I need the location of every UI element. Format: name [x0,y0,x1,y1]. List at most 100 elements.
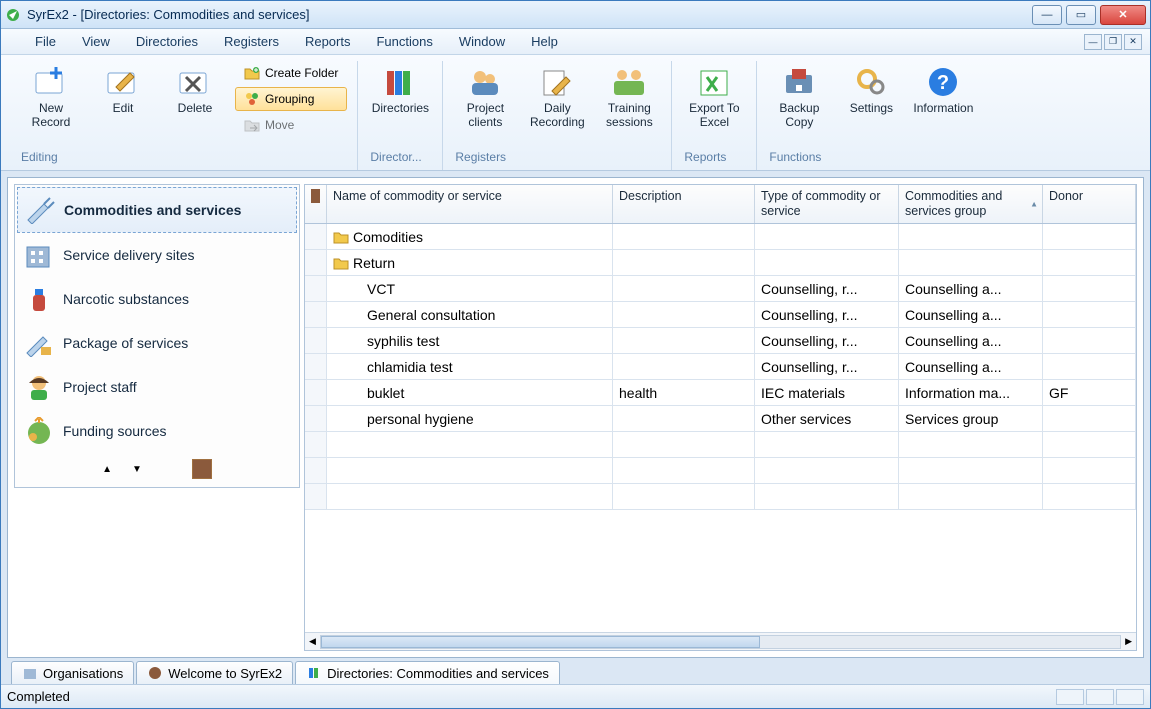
tab-organisations[interactable]: Organisations [11,661,134,684]
menu-reports[interactable]: Reports [301,32,355,51]
nav-commodities-services[interactable]: Commodities and services [17,187,297,233]
move-button[interactable]: Move [235,113,347,137]
folder-icon [333,256,349,270]
group-label-directories: Director... [368,147,432,166]
nav-staff[interactable]: Project staff [17,365,297,409]
package-icon [23,329,55,357]
cell-group: Information ma... [899,380,1043,405]
settings-button[interactable]: Settings [839,61,903,119]
workspace: Commodities and services Service deliver… [7,177,1144,658]
table-row[interactable]: chlamidia testCounselling, r...Counselli… [305,354,1136,380]
cell-group [899,484,1043,509]
cell-desc [613,276,755,301]
staff-icon [23,373,55,401]
menu-functions[interactable]: Functions [372,32,436,51]
cell-desc [613,224,755,249]
scroll-left-button[interactable]: ◀ [309,636,316,647]
row-indicator [305,484,327,509]
table-row[interactable]: Comodities [305,224,1136,250]
mdi-minimize[interactable]: — [1084,34,1102,50]
table-row[interactable] [305,484,1136,510]
menu-help[interactable]: Help [527,32,562,51]
grouping-button[interactable]: Grouping [235,87,347,111]
scroll-right-button[interactable]: ▶ [1125,636,1132,647]
table-row[interactable] [305,432,1136,458]
new-record-button[interactable]: New Record [19,61,83,133]
nav-service-sites[interactable]: Service delivery sites [17,233,297,277]
window-controls: — ▭ ✕ [1032,5,1146,25]
excel-icon [695,65,733,99]
cell-group [899,458,1043,483]
tab-directories[interactable]: Directories: Commodities and services [295,661,560,684]
close-button[interactable]: ✕ [1100,5,1146,25]
app-window: SyrEx2 - [Directories: Commodities and s… [0,0,1151,709]
minimize-button[interactable]: — [1032,5,1062,25]
nav-narcotic[interactable]: Narcotic substances [17,277,297,321]
books-icon [381,65,419,99]
cell-name: syphilis test [327,328,613,353]
menu-file[interactable]: File [31,32,60,51]
cell-type: IEC materials [755,380,899,405]
mdi-restore[interactable]: ❐ [1104,34,1122,50]
cell-donor [1043,250,1136,275]
folder-plus-icon [244,65,260,81]
h-scrollbar[interactable]: ◀ ▶ [305,632,1136,650]
scroll-thumb[interactable] [321,636,761,648]
project-clients-button[interactable]: Project clients [453,61,517,133]
welcome-icon [147,665,163,681]
export-excel-button[interactable]: Export To Excel [682,61,746,133]
nav-up-button[interactable]: ▲ [102,464,112,475]
table-row[interactable]: buklethealthIEC materialsInformation ma.… [305,380,1136,406]
nav-down-button[interactable]: ▼ [132,464,142,475]
mdi-close[interactable]: ✕ [1124,34,1142,50]
svg-text:?: ? [937,72,949,94]
nav-package[interactable]: Package of services [17,321,297,365]
grid-col-donor[interactable]: Donor [1043,185,1136,223]
delete-button[interactable]: Delete [163,61,227,119]
table-row[interactable]: General consultationCounselling, r...Cou… [305,302,1136,328]
table-row[interactable]: personal hygieneOther servicesServices g… [305,406,1136,432]
dir-icon [306,665,322,681]
cell-donor [1043,406,1136,431]
nav-funding[interactable]: Funding sources [17,409,297,453]
cell-desc [613,302,755,327]
cell-type: Counselling, r... [755,276,899,301]
building-icon [23,241,55,269]
tab-welcome[interactable]: Welcome to SyrEx2 [136,661,293,684]
information-button[interactable]: ? Information [911,61,975,119]
clients-icon [466,65,504,99]
grid-col-type[interactable]: Type of commodity or service [755,185,899,223]
daily-recording-button[interactable]: Daily Recording [525,61,589,133]
table-row[interactable]: Return [305,250,1136,276]
cell-group: Counselling a... [899,276,1043,301]
cell-name [327,484,613,509]
maximize-button[interactable]: ▭ [1066,5,1096,25]
cell-name: General consultation [327,302,613,327]
grid-col-desc[interactable]: Description [613,185,755,223]
menu-window[interactable]: Window [455,32,509,51]
menu-registers[interactable]: Registers [220,32,283,51]
status-bar: Completed [1,684,1150,708]
edit-icon [104,65,142,99]
ribbon-group-registers: Project clients Daily Recording Training… [443,61,672,170]
grid-body[interactable]: ComoditiesReturnVCTCounselling, r...Coun… [305,224,1136,632]
grid-col-group[interactable]: Commodities and services group▲ [899,185,1043,223]
edit-button[interactable]: Edit [91,61,155,119]
table-row[interactable]: syphilis testCounselling, r...Counsellin… [305,328,1136,354]
directories-button[interactable]: Directories [368,61,432,119]
row-indicator [305,458,327,483]
grid-col-name[interactable]: Name of commodity or service [327,185,613,223]
create-folder-button[interactable]: Create Folder [235,61,347,85]
table-row[interactable] [305,458,1136,484]
table-row[interactable]: VCTCounselling, r...Counselling a... [305,276,1136,302]
grid-col-indicator[interactable] [305,185,327,223]
scroll-track[interactable] [320,635,1121,649]
training-sessions-button[interactable]: Training sessions [597,61,661,133]
nav-extra-button[interactable] [192,459,212,479]
menu-directories[interactable]: Directories [132,32,202,51]
backup-button[interactable]: Backup Copy [767,61,831,133]
document-tabs: Organisations Welcome to SyrEx2 Director… [7,658,1144,684]
recording-icon [538,65,576,99]
cell-type: Counselling, r... [755,302,899,327]
menu-view[interactable]: View [78,32,114,51]
